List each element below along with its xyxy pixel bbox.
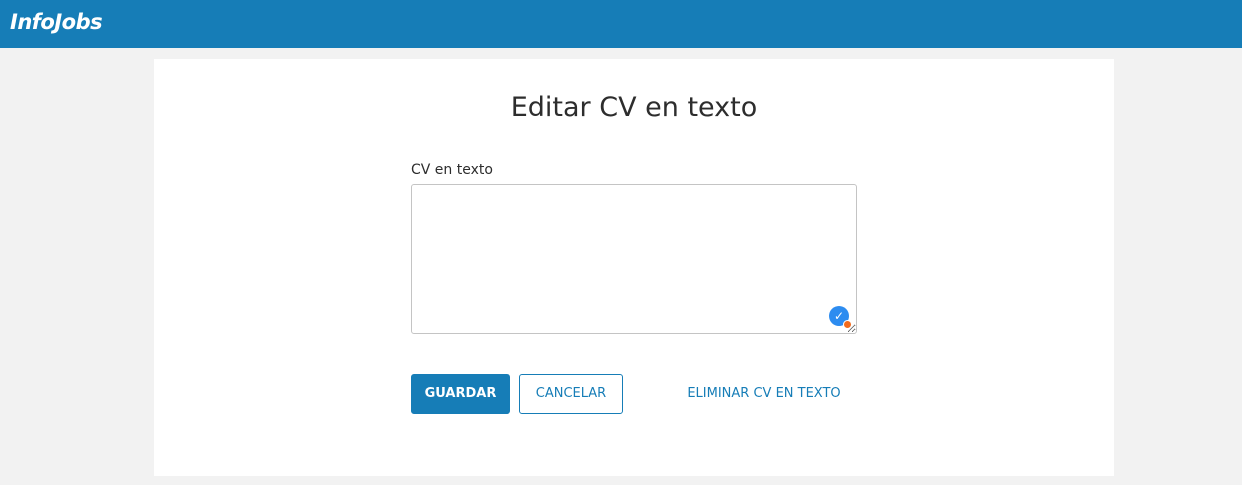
cv-text-label: CV en texto: [411, 162, 493, 178]
infojobs-logo[interactable]: InfoJobs: [10, 9, 103, 35]
save-button[interactable]: GUARDAR: [411, 374, 510, 414]
edit-cv-card: Editar CV en texto CV en texto ✓ GUARDAR…: [154, 59, 1114, 476]
page-title: Editar CV en texto: [510, 92, 758, 123]
cv-text-field-wrapper: ✓: [411, 184, 857, 334]
top-header-bar: InfoJobs: [0, 0, 1242, 48]
grammar-status-dot: [843, 320, 852, 329]
cancel-button[interactable]: CANCELAR: [519, 374, 623, 414]
cv-text-textarea[interactable]: [411, 184, 857, 334]
delete-cv-text-link[interactable]: ELIMINAR CV EN TEXTO: [674, 374, 854, 414]
